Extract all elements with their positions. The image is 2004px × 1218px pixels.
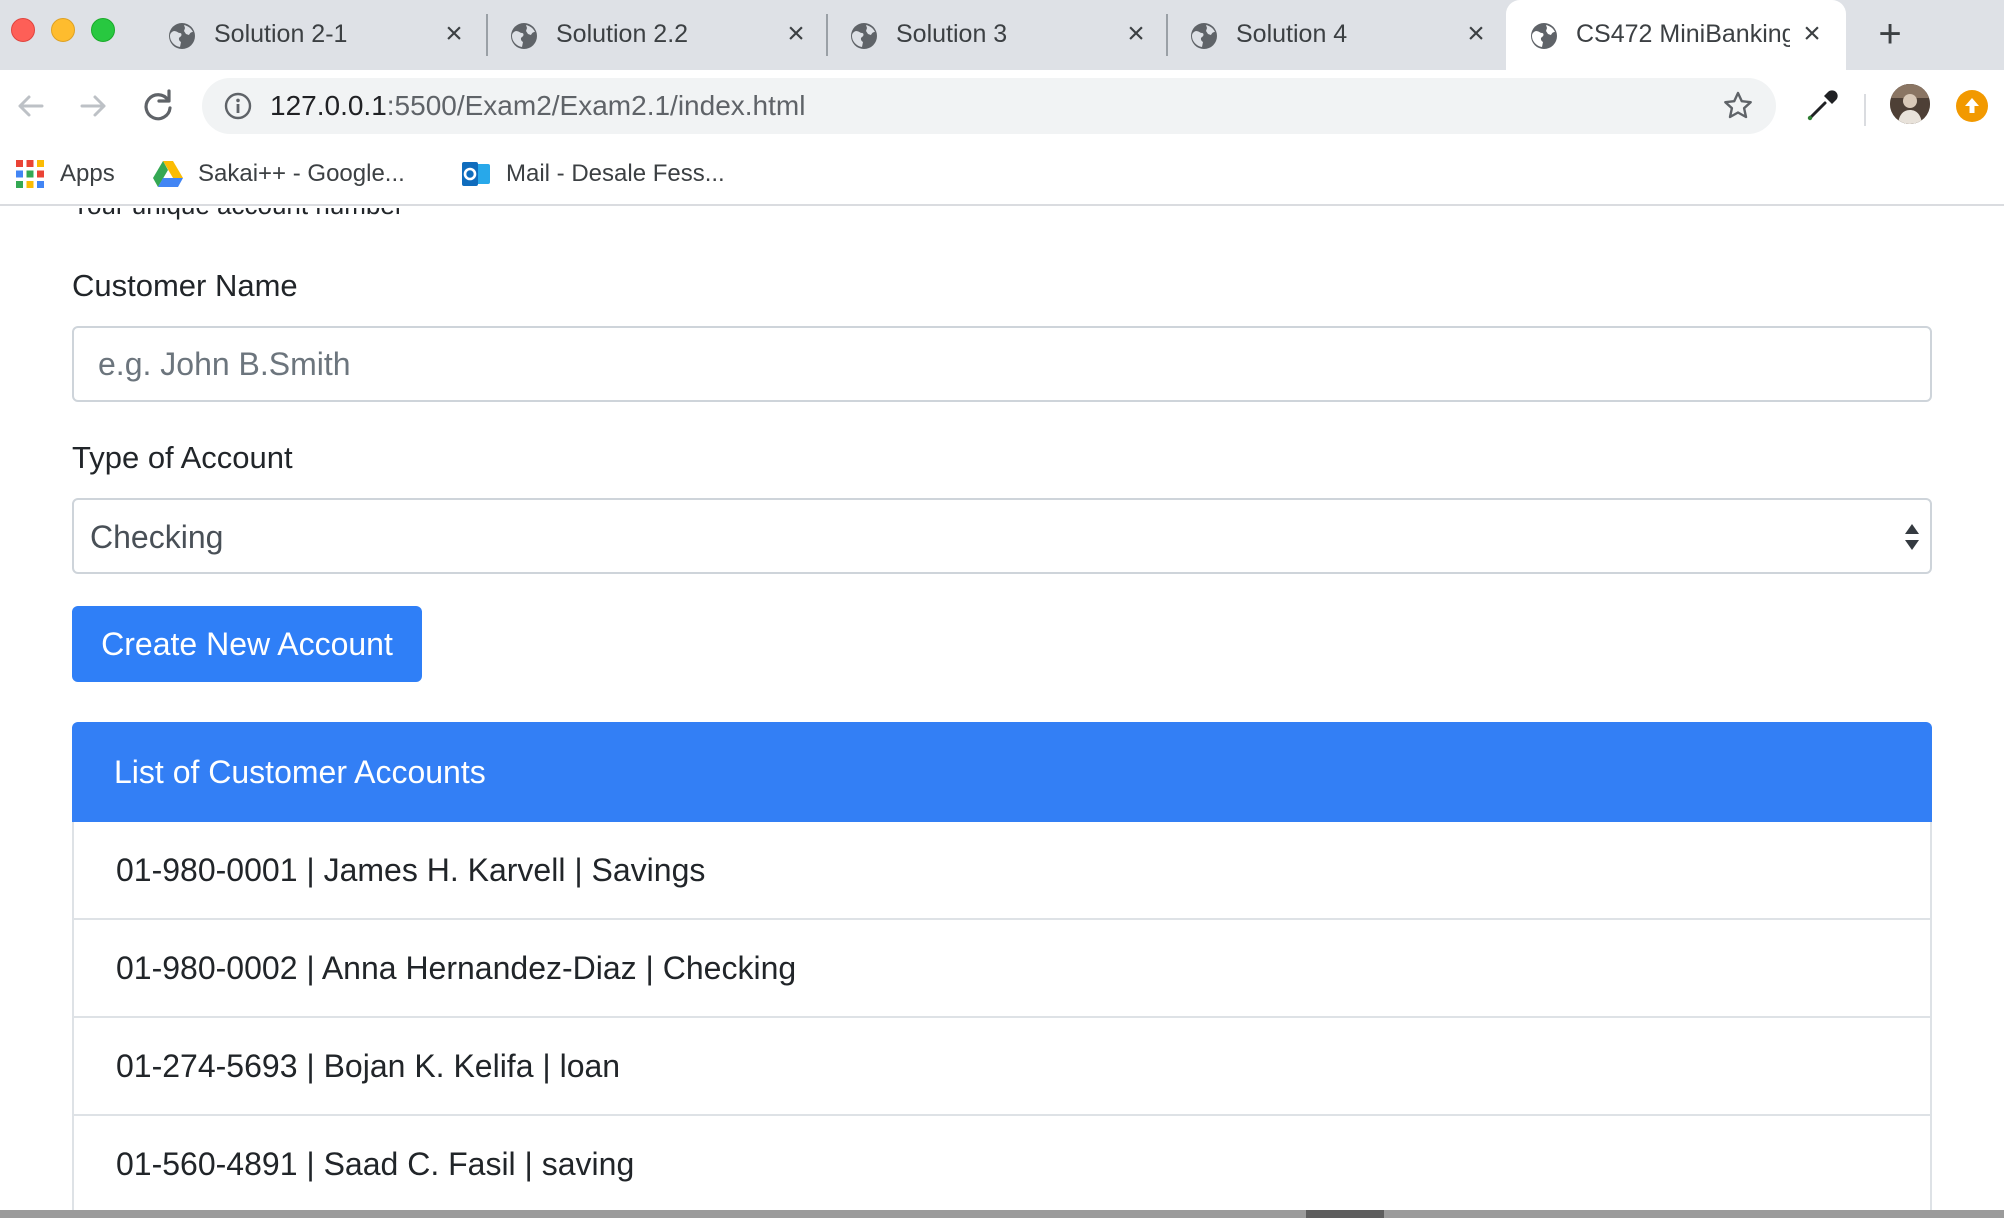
list-header: List of Customer Accounts: [72, 722, 1932, 822]
list-item[interactable]: 01-980-0001 | James H. Karvell | Savings: [72, 822, 1932, 920]
page-content: Your unique account number Customer Name…: [0, 208, 2004, 1210]
tab-solution-4[interactable]: Solution 4 ×: [1190, 0, 1490, 70]
tab-solution-2-1[interactable]: Solution 2-1 ×: [168, 0, 468, 70]
tab-title: Solution 2-1: [214, 20, 348, 48]
window-minimize-button[interactable]: [51, 18, 75, 42]
forward-arrow-icon[interactable]: [74, 86, 114, 126]
tab-title: CS472 MiniBanking: [1576, 20, 1790, 48]
apps-grid-icon: [16, 160, 44, 188]
bookmarks-bar: Apps Sakai++ - Google... Mail - Desale F…: [0, 144, 2004, 206]
tab-strip: Solution 2-1 × Solution 2.2 × Solution 3…: [0, 0, 2004, 70]
globe-icon: [511, 23, 537, 49]
account-type-selected-value: Checking: [90, 519, 224, 555]
list-item[interactable]: 01-560-4891 | Saad C. Fasil | saving: [72, 1116, 1932, 1210]
close-icon[interactable]: ×: [440, 19, 468, 49]
toolbar-separator: [1864, 94, 1866, 126]
globe-icon: [1191, 23, 1217, 49]
reload-icon[interactable]: [138, 86, 178, 126]
eyedropper-icon[interactable]: [1804, 88, 1840, 124]
globe-icon: [169, 23, 195, 49]
close-icon[interactable]: ×: [782, 19, 810, 49]
bookmark-star-icon[interactable]: [1722, 90, 1754, 122]
customer-name-label: Customer Name: [72, 268, 298, 303]
list-item[interactable]: 01-274-5693 | Bojan K. Kelifa | loan: [72, 1018, 1932, 1116]
back-arrow-icon[interactable]: [10, 86, 50, 126]
profile-avatar[interactable]: [1890, 84, 1930, 124]
info-icon[interactable]: [224, 92, 252, 120]
url-path: :5500/Exam2/Exam2.1/index.html: [386, 90, 806, 121]
close-icon[interactable]: ×: [1462, 19, 1490, 49]
google-drive-icon: [153, 161, 183, 187]
close-icon[interactable]: ×: [1798, 19, 1826, 49]
bookmark-label: Mail - Desale Fess...: [506, 160, 725, 187]
tab-separator: [1166, 14, 1168, 56]
tab-title: Solution 2.2: [556, 20, 689, 48]
bookmark-label: Apps: [60, 160, 115, 187]
window-close-button[interactable]: [11, 18, 35, 42]
outlook-icon: [462, 162, 490, 186]
url-text[interactable]: 127.0.0.1:5500/Exam2/Exam2.1/index.html: [270, 90, 805, 122]
customer-name-input[interactable]: [72, 326, 1932, 402]
tab-separator: [486, 14, 488, 56]
tab-separator: [826, 14, 828, 56]
bookmark-label: Sakai++ - Google...: [198, 160, 405, 187]
url-host: 127.0.0.1: [270, 90, 387, 121]
select-arrows-icon: [1905, 524, 1919, 550]
list-item[interactable]: 01-980-0002 | Anna Hernandez-Diaz | Chec…: [72, 920, 1932, 1018]
account-type-label: Type of Account: [72, 440, 293, 475]
window-zoom-button[interactable]: [91, 18, 115, 42]
account-number-help-text: Your unique account number: [72, 208, 404, 221]
address-bar[interactable]: 127.0.0.1:5500/Exam2/Exam2.1/index.html: [202, 78, 1776, 134]
globe-icon: [1531, 23, 1557, 49]
new-tab-button[interactable]: +: [1872, 14, 1908, 54]
bookmark-sakai[interactable]: Sakai++ - Google...: [152, 156, 405, 192]
tab-title: Solution 3: [896, 20, 1008, 48]
tab-title: Solution 4: [1236, 20, 1348, 48]
create-new-account-button[interactable]: Create New Account: [72, 606, 422, 682]
horizontal-scrollbar[interactable]: [0, 1210, 2004, 1218]
update-icon[interactable]: [1956, 90, 1988, 122]
tab-solution-2-2[interactable]: Solution 2.2 ×: [510, 0, 810, 70]
customer-accounts-list: List of Customer Accounts 01-980-0001 | …: [72, 722, 1932, 1210]
scrollbar-thumb[interactable]: [1306, 1210, 1384, 1218]
bookmark-mail[interactable]: Mail - Desale Fess...: [460, 156, 725, 192]
tab-cs472-minibanking[interactable]: CS472 MiniBanking ×: [1506, 0, 1846, 70]
account-type-select[interactable]: Checking: [72, 498, 1932, 574]
close-icon[interactable]: ×: [1122, 19, 1150, 49]
person-photo-icon: [1890, 84, 1930, 124]
globe-icon: [851, 23, 877, 49]
bookmark-apps[interactable]: Apps: [14, 156, 115, 192]
browser-toolbar: 127.0.0.1:5500/Exam2/Exam2.1/index.html: [0, 70, 2004, 144]
tab-solution-3[interactable]: Solution 3 ×: [850, 0, 1150, 70]
